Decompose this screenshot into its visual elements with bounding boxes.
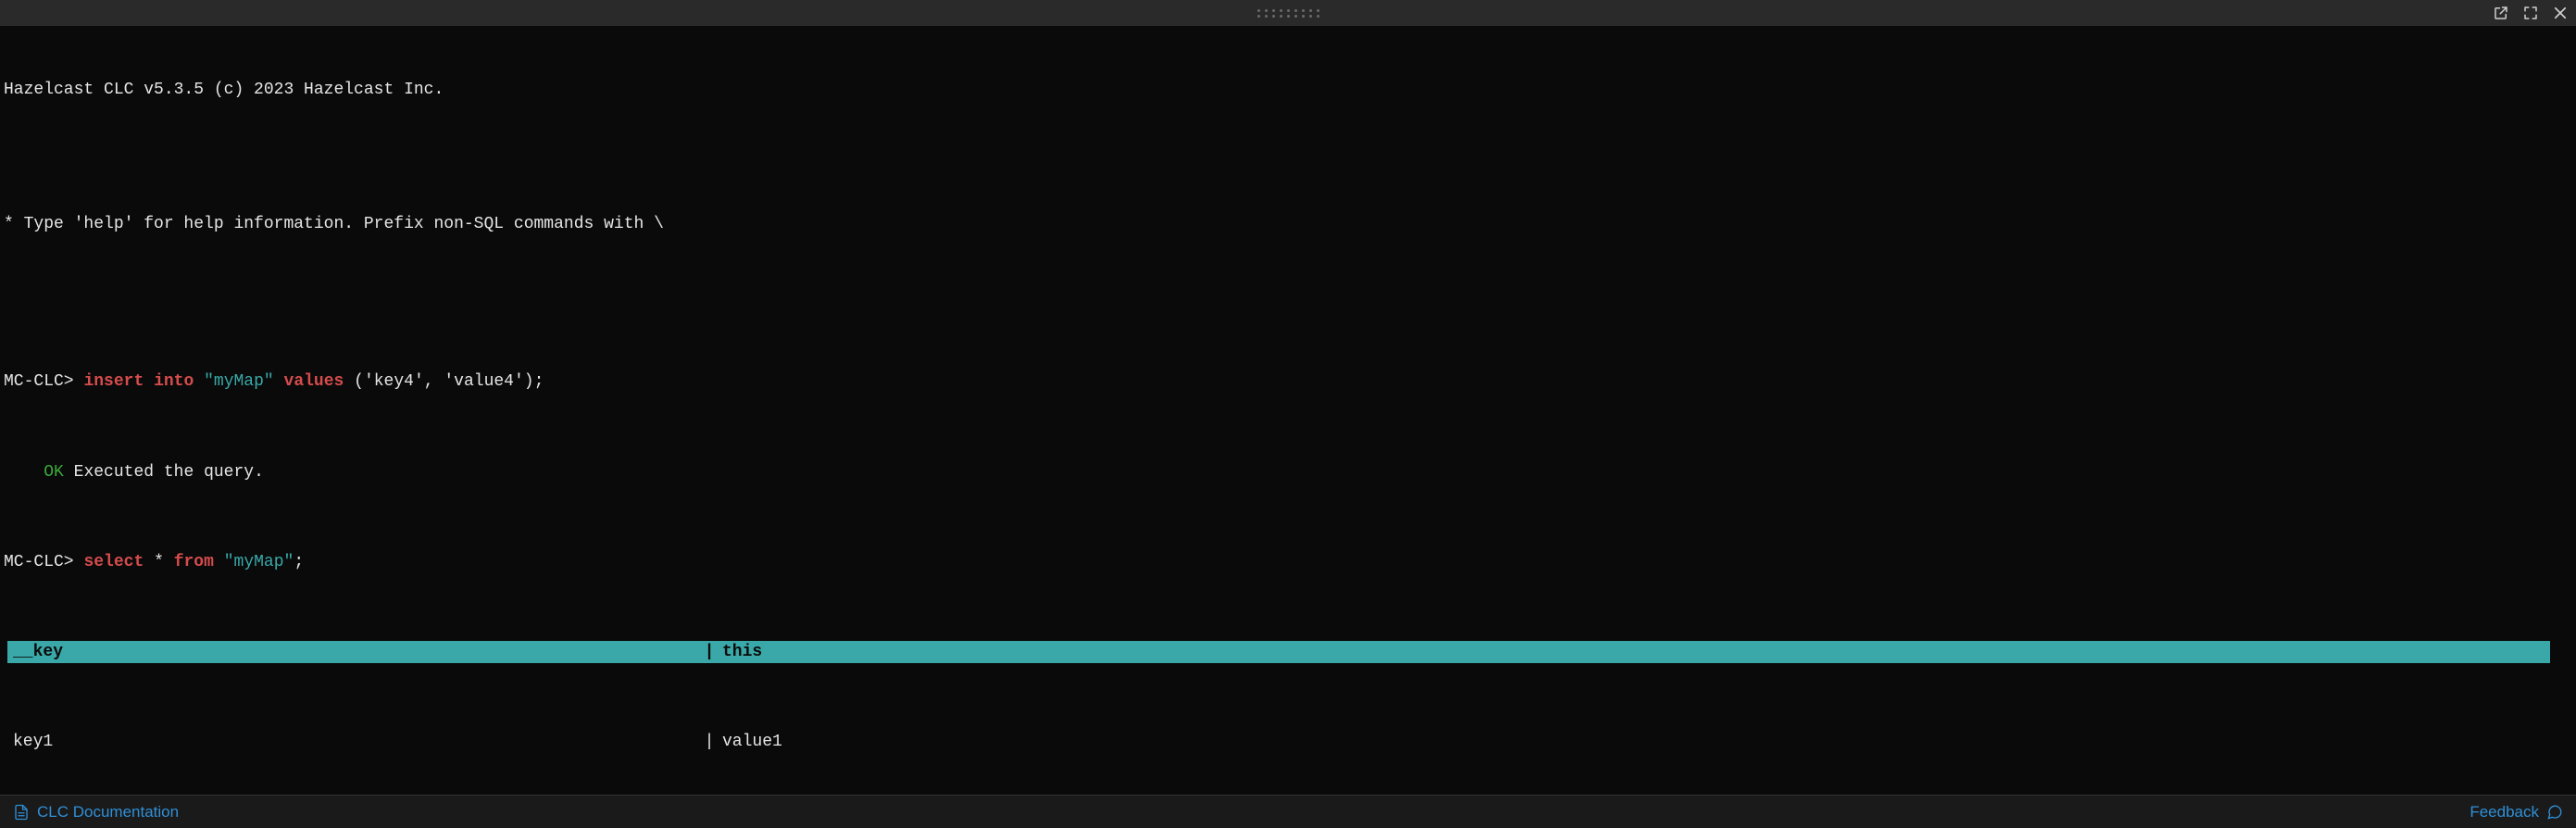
document-icon (13, 804, 30, 821)
blank-line (4, 145, 2572, 168)
col-separator: | (702, 731, 717, 753)
sql-keyword: insert (83, 372, 144, 391)
command-line-select: MC-CLC> select * from "myMap"; (4, 551, 2572, 573)
doc-link-label: CLC Documentation (37, 803, 179, 822)
doc-link[interactable]: CLC Documentation (13, 803, 179, 822)
blank-line (4, 281, 2572, 303)
result-table-header: __key | this (7, 641, 2550, 663)
sql-keyword: into (154, 372, 194, 391)
close-icon[interactable] (2552, 5, 2569, 21)
sql-keyword: from (174, 553, 214, 571)
table-row: key1 | value1 (7, 731, 2550, 753)
sql-semi: ; (294, 553, 304, 571)
prompt: MC-CLC> (4, 372, 74, 391)
command-line-insert: MC-CLC> insert into "myMap" values ('key… (4, 370, 2572, 393)
prompt: MC-CLC> (4, 553, 74, 571)
sql-star: * (154, 553, 164, 571)
footer-bar: CLC Documentation Feedback (0, 795, 2576, 828)
cell-value: value1 (717, 731, 2550, 753)
col-header-key: __key (7, 641, 702, 663)
sql-identifier: "myMap" (224, 553, 294, 571)
sql-keyword: select (83, 553, 144, 571)
terminal-output[interactable]: Hazelcast CLC v5.3.5 (c) 2023 Hazelcast … (0, 26, 2576, 795)
col-header-this: this (717, 641, 2550, 663)
sql-args: ('key4', 'value4'); (354, 372, 544, 391)
ok-label: OK (44, 463, 64, 482)
banner-line: Hazelcast CLC v5.3.5 (c) 2023 Hazelcast … (4, 79, 2572, 101)
cell-key: key1 (7, 731, 702, 753)
clc-terminal-window: Hazelcast CLC v5.3.5 (c) 2023 Hazelcast … (0, 0, 2576, 828)
popout-icon[interactable] (2493, 5, 2509, 21)
ok-text: Executed the query. (74, 463, 264, 482)
chat-icon (2546, 804, 2563, 821)
drag-handle-icon[interactable] (1257, 9, 1319, 18)
sql-keyword: values (284, 372, 344, 391)
feedback-link[interactable]: Feedback (2470, 803, 2563, 822)
result-ok-line: OK Executed the query. (4, 461, 2572, 483)
maximize-icon[interactable] (2522, 5, 2539, 21)
sql-identifier: "myMap" (204, 372, 274, 391)
col-separator: | (702, 641, 717, 663)
titlebar (0, 0, 2576, 26)
feedback-label: Feedback (2470, 803, 2539, 822)
help-line: * Type 'help' for help information. Pref… (4, 213, 2572, 235)
